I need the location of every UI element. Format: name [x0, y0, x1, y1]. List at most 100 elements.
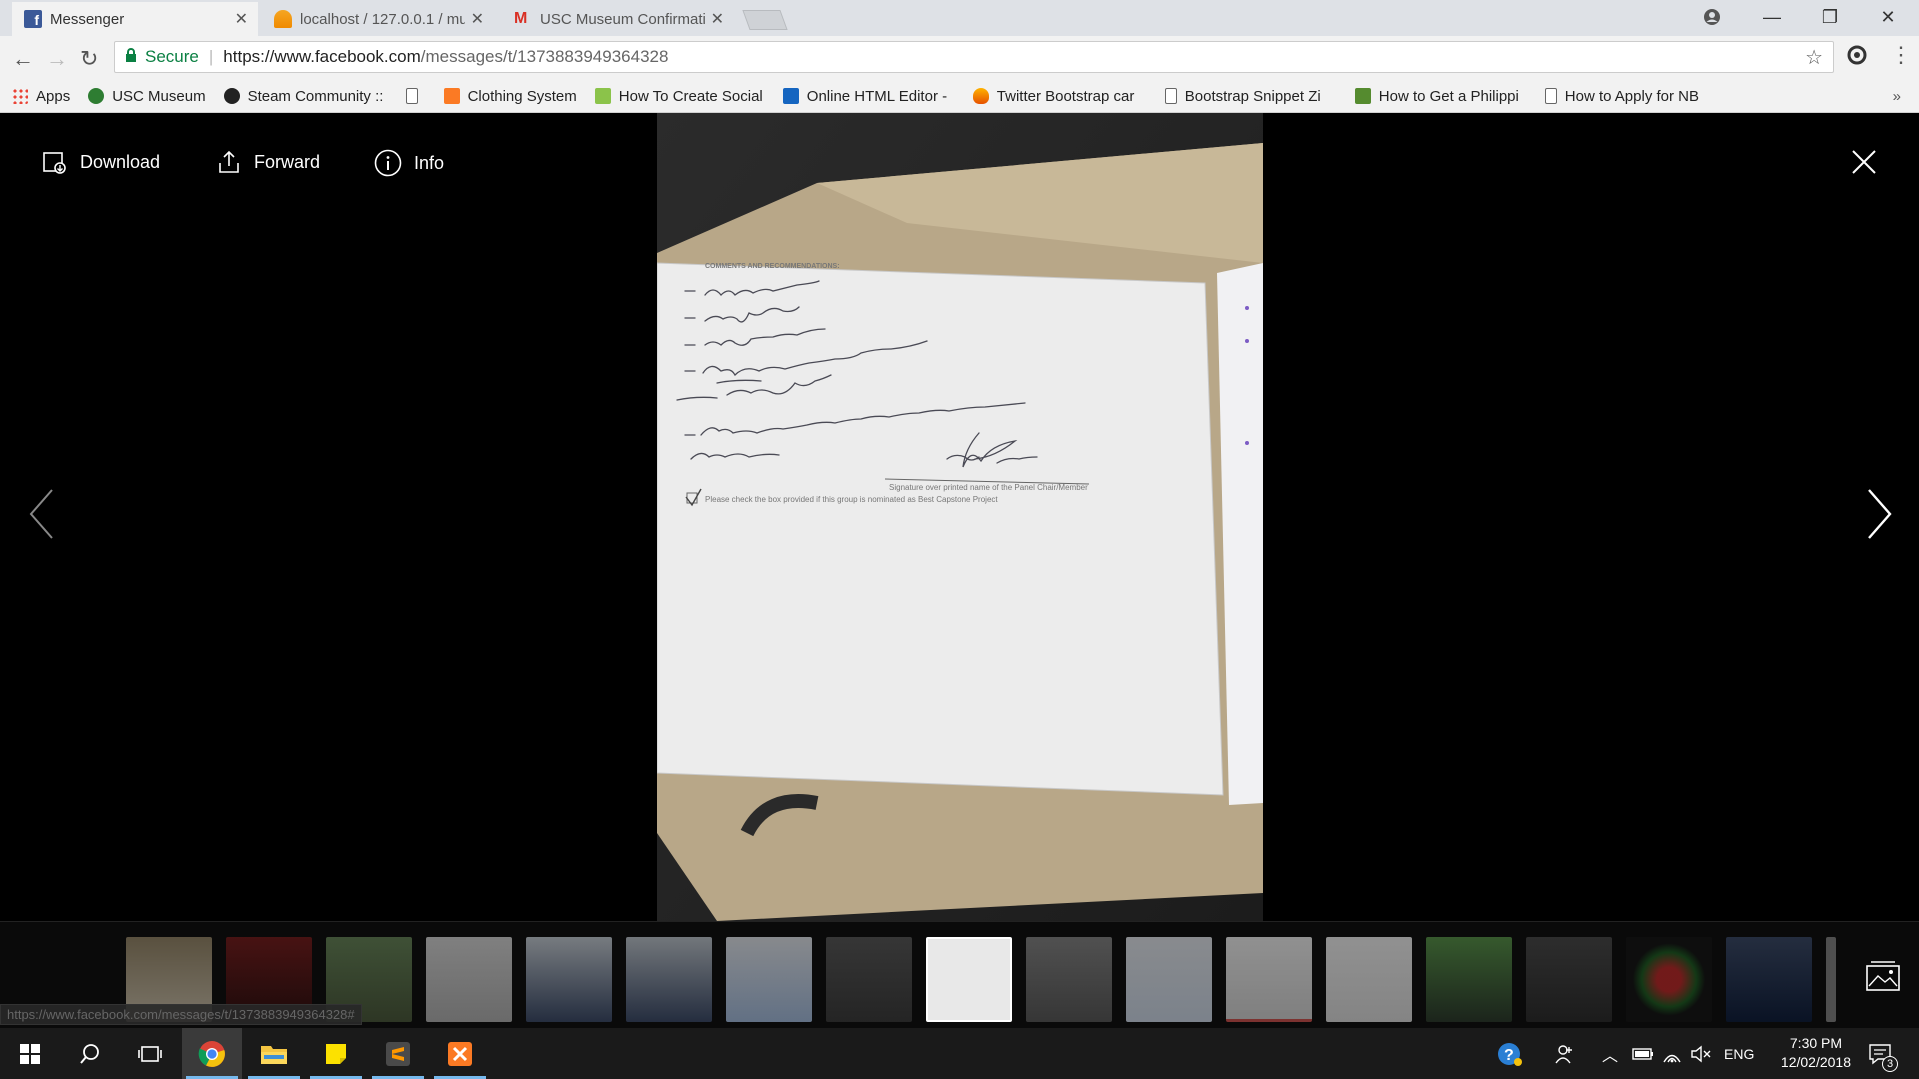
volume-muted-icon[interactable]: [1690, 1028, 1712, 1079]
close-icon[interactable]: ✕: [711, 9, 724, 29]
editor-icon: [782, 88, 799, 104]
sublime-text-icon: [386, 1041, 410, 1066]
close-window-button[interactable]: ✕: [1860, 0, 1916, 34]
bookmark-clothing-system[interactable]: Clothing System: [443, 87, 577, 105]
thumbnail[interactable]: [726, 937, 812, 1022]
forward-button[interactable]: Forward: [216, 149, 320, 175]
back-arrow-icon[interactable]: ←: [12, 46, 34, 72]
close-icon[interactable]: ✕: [235, 9, 248, 29]
windows-taskbar: ? ︿ ENG 7:30 PM 12/02/2018 3: [0, 1028, 1919, 1079]
thumbnail[interactable]: [526, 937, 612, 1022]
bookmark-label: How To Create Social: [618, 87, 763, 105]
bookmark-label: Bootstrap Snippet Zi: [1184, 87, 1321, 105]
action-center-button[interactable]: 3: [1868, 1028, 1898, 1079]
thumbnail[interactable]: [1226, 937, 1312, 1022]
menu-icon[interactable]: ⋮: [1890, 42, 1912, 68]
thumbnail[interactable]: [826, 937, 912, 1022]
fire-icon: [972, 88, 989, 104]
bookmark-label: Twitter Bootstrap car: [996, 87, 1135, 105]
thumbnail[interactable]: [1026, 937, 1112, 1022]
browser-toolbar: ← → ↻ Secure | https://www.facebook.com …: [0, 36, 1919, 80]
thumbnail[interactable]: [1526, 937, 1612, 1022]
bookmarks-overflow-button[interactable]: »: [1893, 88, 1901, 105]
h-icon: [1354, 88, 1371, 104]
new-tab-button[interactable]: [742, 10, 788, 30]
thumbnail[interactable]: [1326, 937, 1412, 1022]
bookmark-star-icon[interactable]: ☆: [1805, 45, 1823, 70]
status-url: https://www.facebook.com/messages/t/1373…: [0, 1004, 362, 1025]
task-view-button[interactable]: [120, 1028, 180, 1079]
gallery-button[interactable]: [1865, 960, 1901, 997]
system-clock[interactable]: 7:30 PM 12/02/2018: [1781, 1034, 1851, 1072]
file-explorer-taskbar-button[interactable]: [244, 1028, 304, 1079]
start-button[interactable]: [0, 1028, 60, 1079]
sublime-text-taskbar-button[interactable]: [368, 1028, 428, 1079]
help-tray-icon[interactable]: ?: [1496, 1028, 1524, 1079]
info-button[interactable]: Info: [374, 149, 444, 177]
forward-arrow-icon[interactable]: →: [46, 46, 68, 72]
restore-button[interactable]: ❐: [1802, 0, 1858, 34]
phpmyadmin-icon: [274, 10, 292, 28]
tab-messenger[interactable]: f Messenger ✕: [12, 2, 258, 36]
next-photo-button[interactable]: [1867, 488, 1893, 554]
bookmark-social[interactable]: How To Create Social: [594, 87, 765, 105]
thumbnail[interactable]: [1726, 937, 1812, 1022]
bookmark-steam[interactable]: Steam Community :: G: [223, 88, 388, 105]
close-viewer-button[interactable]: [1851, 149, 1877, 180]
bookmark-label: Clothing System: [467, 87, 577, 105]
task-view-icon: [138, 1045, 162, 1062]
bookmark-philippine[interactable]: How to Get a Philippi: [1354, 88, 1527, 105]
tab-gmail[interactable]: M USC Museum Confirmati ✕: [502, 2, 734, 36]
nomination-caption: Please check the box provided if this gr…: [705, 495, 998, 504]
usc-icon: [88, 88, 105, 104]
previous-photo-button[interactable]: [28, 488, 54, 554]
thumbnail-current[interactable]: [926, 937, 1012, 1022]
profile-icon[interactable]: [1684, 0, 1740, 34]
language-indicator[interactable]: ENG: [1724, 1028, 1754, 1079]
close-icon[interactable]: ✕: [471, 9, 484, 29]
chevron-right-icon: [1868, 489, 1892, 539]
thumbnail[interactable]: [626, 937, 712, 1022]
bookmark-html-editor[interactable]: Online HTML Editor -: [782, 87, 955, 105]
info-label: Info: [414, 152, 445, 173]
bookmark-label: USC Museum: [112, 87, 206, 105]
people-icon[interactable]: [1554, 1028, 1576, 1079]
address-bar[interactable]: Secure | https://www.facebook.com /messa…: [114, 41, 1834, 73]
bookmark-usc-museum[interactable]: USC Museum: [88, 87, 206, 105]
photo-viewer: Download Forward Info Signature over pri…: [0, 113, 1919, 921]
thumbnail[interactable]: [426, 937, 512, 1022]
search-button[interactable]: [60, 1028, 120, 1079]
bookmark-label: How to Apply for NB: [1564, 87, 1700, 105]
battery-icon[interactable]: [1632, 1028, 1654, 1079]
forward-label: Forward: [254, 151, 321, 172]
reload-icon[interactable]: ↻: [80, 46, 98, 72]
thumbnail[interactable]: [1626, 937, 1712, 1022]
wifi-icon[interactable]: [1662, 1028, 1682, 1079]
clock-date: 12/02/2018: [1780, 1054, 1851, 1070]
bookmark-nbi[interactable]: How to Apply for NB: [1544, 87, 1715, 105]
gallery-icon: [1866, 961, 1900, 991]
thumbnail[interactable]: [1426, 937, 1512, 1022]
tab-phpmyadmin[interactable]: localhost / 127.0.0.1 / mu ✕: [262, 2, 494, 36]
tab-title: USC Museum Confirmati: [540, 10, 705, 28]
bookmark-bootstrap-snippet[interactable]: Bootstrap Snippet Zi: [1164, 87, 1337, 105]
bookmark-label: Online HTML Editor -: [806, 87, 948, 105]
bookmark-bootstrap-carousel[interactable]: Twitter Bootstrap car: [972, 87, 1147, 105]
thumbnail[interactable]: [1826, 937, 1836, 1022]
show-hidden-icons-button[interactable]: ︿: [1602, 1028, 1618, 1079]
chrome-taskbar-button[interactable]: [182, 1028, 242, 1079]
close-icon: [1852, 150, 1876, 174]
bookmark-apps[interactable]: Apps: [12, 88, 70, 105]
thumbnail[interactable]: [1126, 937, 1212, 1022]
bookmarks-bar: Apps USC Museum Steam Community :: G Clo…: [0, 80, 1919, 113]
download-button[interactable]: Download: [42, 149, 160, 175]
xampp-taskbar-button[interactable]: [430, 1028, 490, 1079]
svg-text:COMMENTS AND RECOMMENDATIONS:: COMMENTS AND RECOMMENDATIONS:: [705, 263, 840, 270]
sticky-notes-taskbar-button[interactable]: [306, 1028, 366, 1079]
document-photo: Signature over printed name of the Panel…: [657, 113, 1263, 921]
sticky-notes-icon: [326, 1043, 346, 1064]
gmail-icon: M: [514, 10, 528, 27]
bookmark-page[interactable]: [405, 88, 426, 104]
minimize-button[interactable]: —: [1744, 0, 1800, 34]
extension-icon[interactable]: [1846, 44, 1868, 72]
